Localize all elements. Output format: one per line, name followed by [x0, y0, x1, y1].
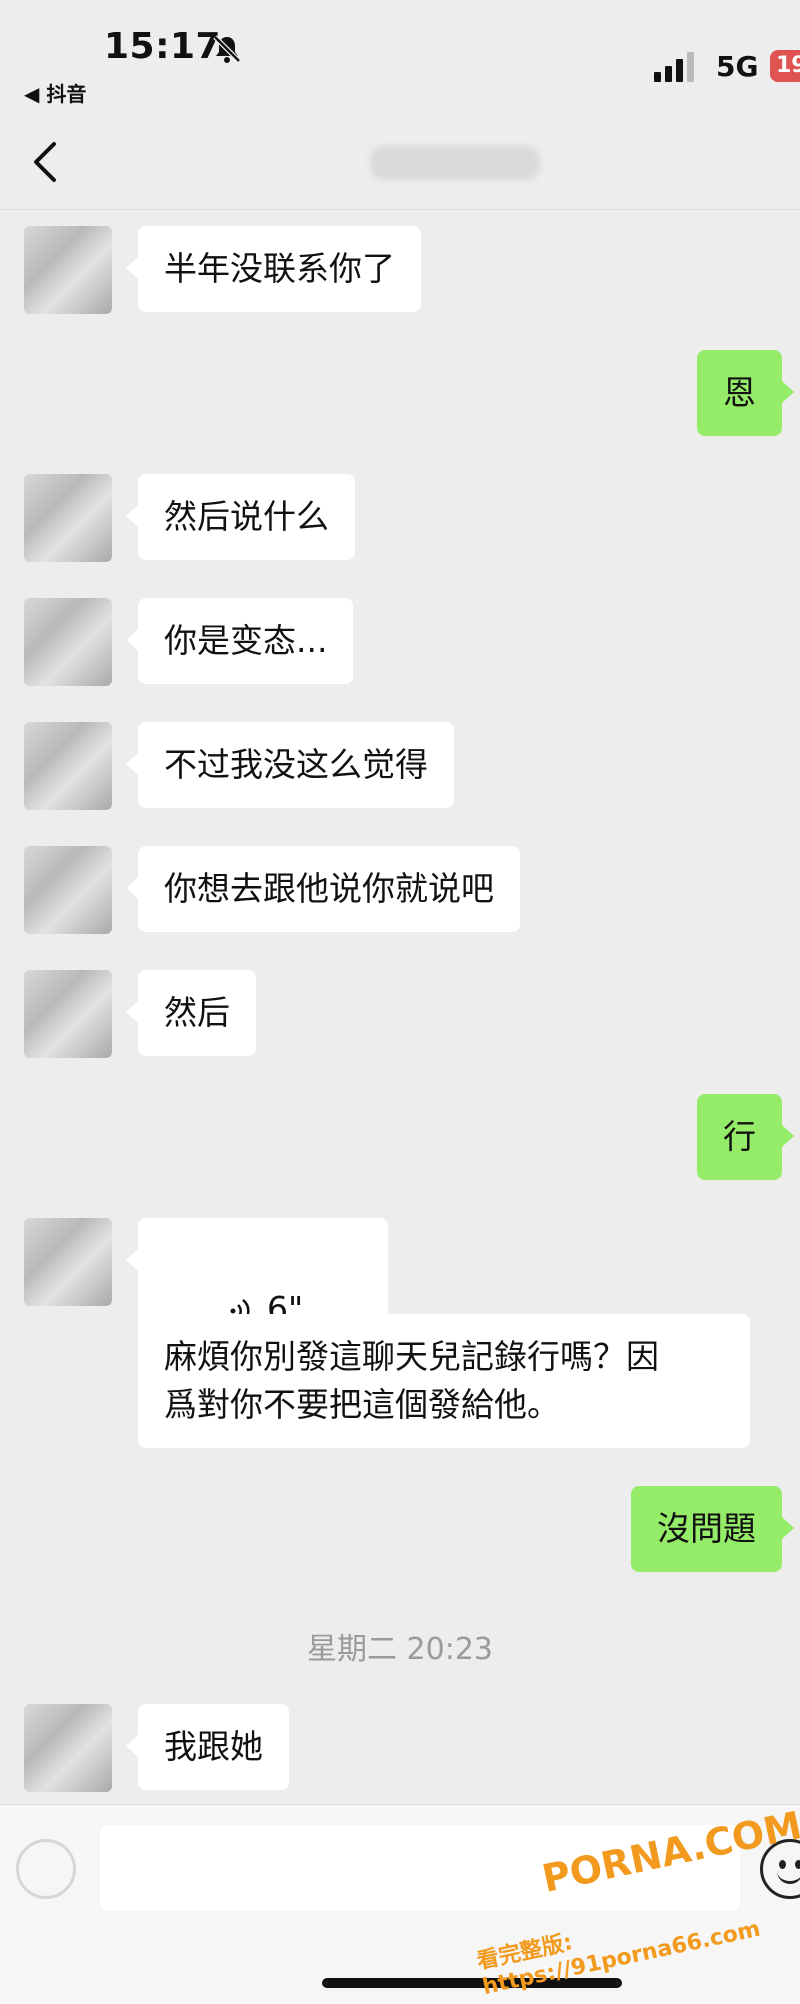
- message-bubble[interactable]: 你想去跟他说你就说吧: [126, 846, 520, 932]
- contact-avatar[interactable]: [24, 474, 112, 562]
- contact-avatar[interactable]: [24, 970, 112, 1058]
- back-chevron-icon[interactable]: [28, 140, 64, 184]
- message-bubble[interactable]: 你是变态...: [125, 598, 354, 684]
- chat-timestamp: 星期二 20:23: [307, 1632, 493, 1667]
- message-bubble[interactable]: 然后: [126, 970, 256, 1056]
- contact-avatar[interactable]: [24, 1218, 112, 1306]
- contact-avatar[interactable]: [24, 226, 112, 314]
- message-bubble[interactable]: 麻煩你別發這聊天兒記錄行嗎？因 爲對你不要把這個發給他。: [138, 1314, 750, 1448]
- message-bubble[interactable]: 然后说什么: [126, 474, 355, 560]
- contact-name-blurred: [370, 146, 540, 180]
- contact-avatar[interactable]: [24, 846, 112, 934]
- battery-badge: 19: [770, 50, 800, 82]
- message-bubble[interactable]: 行: [697, 1094, 794, 1180]
- message-bubble[interactable]: 沒問題: [631, 1486, 794, 1572]
- status-bar: 15:17 ◀ 抖音 5G 19: [0, 0, 800, 110]
- message-bubble[interactable]: 半年没联系你了: [126, 226, 421, 312]
- message-bubble[interactable]: 恩: [697, 350, 794, 436]
- contact-avatar[interactable]: [24, 598, 112, 686]
- chat-header: [0, 110, 800, 210]
- contact-avatar[interactable]: [24, 722, 112, 810]
- muted-bell-icon: [213, 35, 241, 63]
- signal-icon: [654, 52, 694, 82]
- network-type: 5G: [716, 50, 759, 83]
- back-to-app-link[interactable]: ◀ 抖音: [24, 78, 86, 107]
- message-bubble[interactable]: 我跟她: [126, 1704, 289, 1790]
- status-time: 15:17: [104, 26, 222, 67]
- message-bubble[interactable]: 不过我没这么觉得: [126, 722, 454, 808]
- contact-avatar[interactable]: [24, 1704, 112, 1792]
- voice-input-button[interactable]: [16, 1839, 76, 1899]
